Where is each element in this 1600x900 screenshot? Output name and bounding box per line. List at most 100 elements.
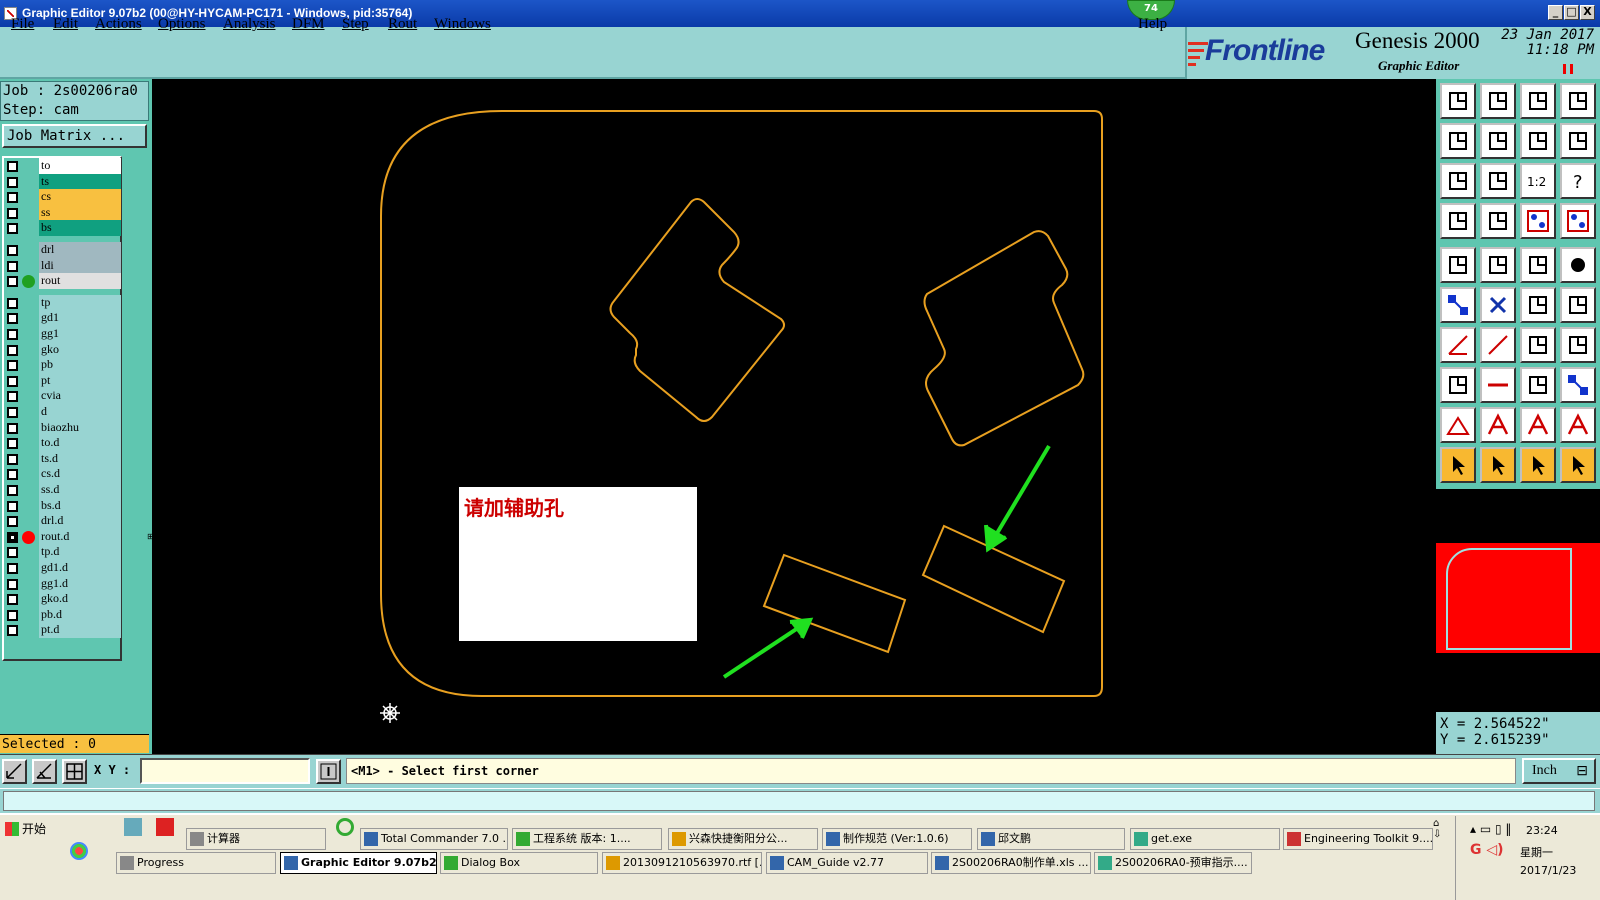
snap-center-button[interactable]	[62, 759, 87, 784]
layer-row[interactable]: ss	[4, 204, 122, 221]
group-button[interactable]	[1560, 367, 1596, 403]
layer-name[interactable]: gd1.d	[39, 560, 121, 576]
pad-button[interactable]	[1440, 247, 1476, 283]
taskbar-button[interactable]: 2S00206RA0-预审指示....	[1094, 852, 1252, 874]
menu-step[interactable]: Step	[342, 16, 369, 33]
select-button[interactable]	[1440, 447, 1476, 483]
snap-grid-button[interactable]	[2, 759, 27, 784]
layer-checkbox[interactable]	[7, 625, 18, 637]
cursor-mode-button[interactable]	[316, 759, 341, 784]
dot-button[interactable]	[1560, 247, 1596, 283]
help-button[interactable]: ?	[1560, 163, 1596, 199]
gap-button[interactable]	[1520, 367, 1556, 403]
layer-name[interactable]: tp	[39, 294, 121, 311]
layer-row[interactable]: pb.d	[4, 606, 122, 623]
layer-checkbox[interactable]	[7, 453, 18, 465]
menu-file[interactable]: File	[11, 16, 34, 33]
unit-selector[interactable]: Inch ⊟	[1522, 758, 1596, 784]
import-button[interactable]	[1440, 83, 1476, 119]
layer-checkbox[interactable]	[7, 207, 18, 219]
layer-name[interactable]: to.d	[39, 435, 121, 452]
taskbar-button[interactable]: Progress	[116, 852, 276, 874]
layer-checkbox[interactable]	[7, 594, 18, 606]
layer-row[interactable]: tp.d	[4, 544, 122, 561]
layer-row[interactable]: to.d	[4, 435, 122, 452]
layer-row[interactable]: bs	[4, 220, 122, 237]
layer-name[interactable]: ss.d	[39, 482, 121, 498]
layer-name[interactable]: cvia	[39, 388, 121, 405]
taskbar-button[interactable]: Engineering Toolkit 9....	[1283, 828, 1433, 850]
tray-app-icons[interactable]: G ◁)	[1470, 842, 1504, 858]
scale-button[interactable]: 1:2	[1520, 163, 1556, 199]
layer-name[interactable]: gg1.d	[39, 575, 121, 592]
layer-row[interactable]: gg1.d	[4, 575, 122, 592]
layer-name[interactable]: biaozhu	[39, 419, 121, 436]
menu-help[interactable]: Help	[1138, 16, 1167, 33]
layer-name[interactable]: bs.d	[39, 497, 121, 514]
taskbar-button[interactable]: 2013091210563970.rtf [...	[602, 852, 762, 874]
start-button[interactable]: 开始	[2, 818, 54, 840]
move-right-button[interactable]	[1480, 123, 1516, 159]
layer-name[interactable]: ts.d	[39, 450, 121, 467]
ruler-button[interactable]	[1520, 247, 1556, 283]
layer-row[interactable]: gd1	[4, 310, 122, 327]
layer-name[interactable]: drl.d	[39, 513, 121, 530]
slot-shape-2[interactable]	[923, 230, 1085, 447]
window-button[interactable]	[1560, 83, 1596, 119]
menu-dfm[interactable]: DFM	[292, 16, 325, 33]
layer-checkbox[interactable]	[7, 609, 18, 621]
layer-checkbox[interactable]	[7, 563, 18, 574]
layer-name[interactable]: pt.d	[39, 622, 121, 639]
select-path-button[interactable]	[1560, 447, 1596, 483]
layer-checkbox[interactable]	[7, 297, 18, 309]
taskbar-button[interactable]: Dialog Box	[440, 852, 598, 874]
layer-checkbox[interactable]	[7, 422, 18, 434]
graphics-canvas[interactable]: 请加辅助孔	[152, 79, 1436, 754]
layer-name[interactable]: gko	[39, 341, 121, 358]
select-poly-button[interactable]	[1520, 447, 1556, 483]
layer-checkbox[interactable]	[7, 438, 18, 450]
taskbar-button[interactable]: get.exe	[1130, 828, 1280, 850]
layer-name[interactable]: pb	[39, 357, 121, 374]
layer-name[interactable]: ts	[39, 173, 121, 190]
taskbar-button[interactable]: 计算器	[186, 828, 326, 850]
taskbar-button[interactable]: 2S00206RA0制作单.xls ...	[931, 852, 1091, 874]
layer-name[interactable]: tp.d	[39, 544, 121, 561]
menu-edit[interactable]: Edit	[53, 16, 78, 33]
layer-name[interactable]: cs.d	[39, 466, 121, 483]
layer-checkbox[interactable]	[7, 531, 18, 543]
menu-windows[interactable]: Windows	[434, 16, 491, 33]
layer-row[interactable]: gg1	[4, 326, 122, 342]
a-solid-button[interactable]	[1520, 407, 1556, 443]
layer-row[interactable]: tp	[4, 294, 122, 311]
layer-checkbox[interactable]	[7, 469, 18, 481]
rotate-button[interactable]	[1480, 247, 1516, 283]
sort-button[interactable]	[1560, 123, 1596, 159]
point-line-button[interactable]	[1560, 287, 1596, 323]
layer-checkbox[interactable]	[7, 313, 18, 325]
menu-options[interactable]: Options	[158, 16, 206, 33]
a-outline-button[interactable]	[1560, 407, 1596, 443]
tray-icons[interactable]: ▴ ▭ ▯ ‖	[1470, 822, 1511, 836]
layer-checkbox[interactable]	[7, 161, 18, 172]
home-button[interactable]	[1520, 83, 1556, 119]
minimize-button[interactable]: _	[1548, 5, 1563, 20]
triangle-button[interactable]	[1440, 407, 1476, 443]
snap-angle-button[interactable]	[32, 759, 57, 784]
layer-checkbox[interactable]	[7, 516, 18, 528]
export-button[interactable]	[1480, 83, 1516, 119]
line-point-button[interactable]	[1520, 287, 1556, 323]
layer-checkbox[interactable]	[7, 223, 18, 235]
quicklaunch-icon[interactable]	[70, 842, 88, 860]
quicklaunch-ie-icon[interactable]	[336, 818, 354, 836]
layer-name[interactable]: bs	[39, 220, 121, 237]
a-button[interactable]	[1480, 407, 1516, 443]
layer-row[interactable]: biaozhu	[4, 419, 122, 436]
layer-row[interactable]: cs	[4, 189, 122, 206]
layer-row[interactable]: ldi	[4, 257, 122, 274]
layer-row[interactable]: bs.d	[4, 497, 122, 514]
layer-name[interactable]: gko.d	[39, 591, 121, 608]
layer-checkbox[interactable]	[7, 578, 18, 590]
xy-input[interactable]	[140, 758, 310, 784]
layer-checkbox[interactable]	[7, 485, 18, 496]
